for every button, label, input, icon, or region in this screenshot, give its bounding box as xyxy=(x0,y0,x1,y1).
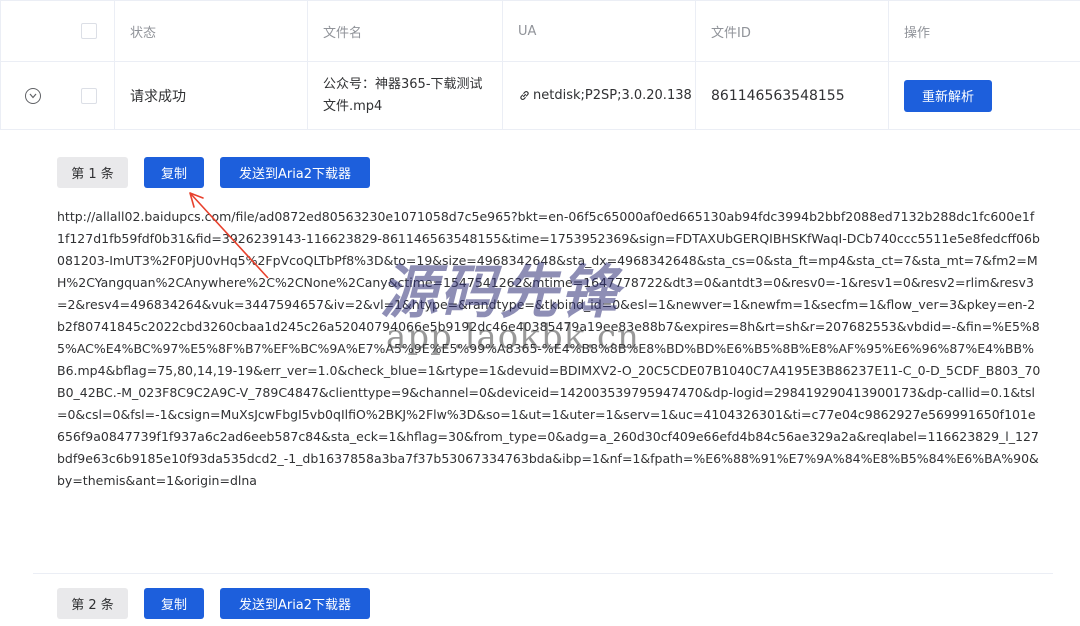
entry-index-tag: 第 1 条 xyxy=(57,157,128,188)
link-icon xyxy=(518,89,531,102)
entry-2-toolbar: 第 2 条 复制 发送到Aria2下载器 xyxy=(57,588,370,619)
file-id-cell: 861146563548155 xyxy=(695,62,888,129)
entry-1-toolbar: 第 1 条 复制 发送到Aria2下载器 xyxy=(57,157,370,188)
file-id-column-header: 文件ID xyxy=(695,1,888,61)
status-column-header: 状态 xyxy=(114,1,307,61)
ua-text: netdisk;P2SP;3.0.20.138 xyxy=(533,88,692,103)
filename-cell: 公众号：神器365-下载测试文件.mp4 xyxy=(307,62,502,129)
select-all-checkbox[interactable] xyxy=(81,23,97,39)
expand-column-header xyxy=(0,1,64,61)
chevron-down-icon[interactable] xyxy=(24,87,41,104)
ua-column-header: UA xyxy=(502,1,695,61)
entry-index-tag: 第 2 条 xyxy=(57,588,128,619)
filename-column-header: 文件名 xyxy=(307,1,502,61)
entry-divider xyxy=(33,573,1053,574)
table-row: 请求成功 公众号：神器365-下载测试文件.mp4 netdisk;P2SP;3… xyxy=(0,62,1080,130)
filename-text: 公众号：神器365-下载测试文件.mp4 xyxy=(323,76,483,114)
results-table: 状态 文件名 UA 文件ID 操作 请求成功 公众号：神器365-下载测试文件.… xyxy=(0,0,1080,130)
action-cell: 重新解析 xyxy=(888,62,1080,129)
red-arrow-icon xyxy=(189,192,269,279)
expand-cell[interactable] xyxy=(0,62,64,129)
table-header: 状态 文件名 UA 文件ID 操作 xyxy=(0,1,1080,62)
action-column-header: 操作 xyxy=(888,1,1080,61)
row-checkbox[interactable] xyxy=(81,87,97,104)
copy-button[interactable]: 复制 xyxy=(144,157,204,188)
ua-cell: netdisk;P2SP;3.0.20.138 xyxy=(502,62,695,129)
copy-button[interactable]: 复制 xyxy=(144,588,204,619)
select-all-cell[interactable] xyxy=(64,1,114,61)
send-to-aria2-button[interactable]: 发送到Aria2下载器 xyxy=(220,588,370,619)
reparse-button[interactable]: 重新解析 xyxy=(904,79,992,112)
status-cell: 请求成功 xyxy=(114,62,307,129)
row-select-cell[interactable] xyxy=(64,62,114,129)
send-to-aria2-button[interactable]: 发送到Aria2下载器 xyxy=(220,157,370,188)
